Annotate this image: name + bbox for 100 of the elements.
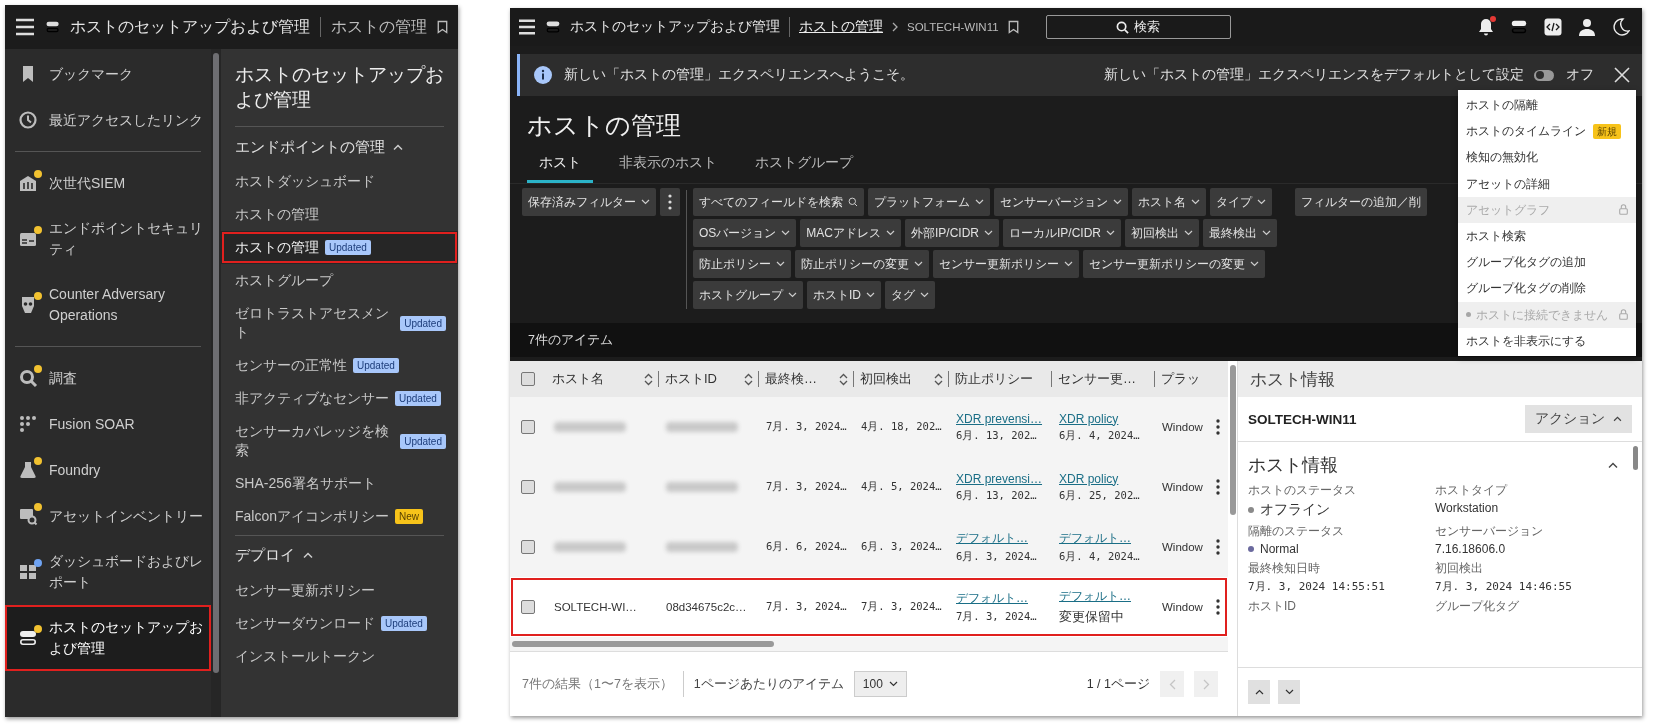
filter-dropdown[interactable]: ホストID <box>807 281 881 309</box>
column-header[interactable]: ホストID <box>658 371 758 387</box>
sidebar-item[interactable]: 最近アクセスしたリンク <box>5 97 211 143</box>
filter-dropdown[interactable]: ホスト名 <box>1132 188 1206 216</box>
menu-item[interactable]: センサー更新ポリシー <box>221 573 458 607</box>
menu-button[interactable] <box>518 19 536 35</box>
scrollbar-thumb[interactable] <box>213 53 219 673</box>
menu-item[interactable]: SHA-256署名サポート <box>221 466 458 500</box>
row-checkbox[interactable] <box>521 600 535 614</box>
column-header[interactable]: 初回検出 <box>853 371 948 387</box>
sidebar-item[interactable]: Fusion SOAR <box>5 401 211 447</box>
row-checkbox[interactable] <box>521 420 535 434</box>
filter-dropdown[interactable]: MACアドレス <box>800 219 901 247</box>
more-button[interactable] <box>1216 539 1220 555</box>
row-checkbox[interactable] <box>521 480 535 494</box>
table-row[interactable]: SOLTECH-WI… 08d34675c2c… 7月. 3, 2024… 7月. 3, 2024… デフォルト… 7月. 3, 2024… デフォルト… 変更保留中 Window <box>510 577 1228 637</box>
menu-item[interactable]: ホストの管理 Updated <box>221 231 458 265</box>
column-header[interactable]: ホスト名 <box>546 371 658 387</box>
sidebar-item[interactable]: Foundry <box>5 447 211 493</box>
column-header[interactable]: 最終検… <box>758 371 853 387</box>
menu-item[interactable]: センサーダウンロード Updated <box>221 606 458 640</box>
sidebar-item[interactable]: エンドポイントセキュリティ <box>5 206 211 272</box>
filter-dropdown[interactable]: プラットフォーム <box>868 188 990 216</box>
per-page-select[interactable]: 100 <box>853 671 907 697</box>
bookmark-icon[interactable] <box>437 19 448 35</box>
filter-dropdown[interactable]: 初回検出 <box>1125 219 1200 247</box>
menu-item[interactable]: グループ化タグの削除 <box>1458 275 1636 302</box>
actions-button[interactable]: アクション <box>1525 405 1632 433</box>
menu-item[interactable]: 非アクティブなセンサー Updated <box>221 382 458 416</box>
menu-item[interactable]: ホストダッシュボード <box>221 165 458 199</box>
user-icon[interactable] <box>1578 18 1596 36</box>
menu-item[interactable]: センサーの正常性 Updated <box>221 349 458 383</box>
toggles-icon[interactable] <box>1510 18 1528 36</box>
scrollbar-thumb[interactable] <box>512 641 774 647</box>
more-button[interactable] <box>1216 479 1220 495</box>
code-icon[interactable] <box>1544 18 1562 36</box>
filter-dropdown[interactable]: タグ <box>885 281 935 309</box>
menu-item[interactable]: ホスト検索 <box>1458 222 1636 250</box>
tab[interactable]: 非表示のホスト <box>607 150 729 183</box>
filter-dropdown[interactable]: OSバージョン <box>693 219 797 247</box>
select-all-checkbox[interactable] <box>521 372 535 386</box>
menu-button[interactable] <box>15 18 35 36</box>
filter-dropdown[interactable]: 最終検出 <box>1203 219 1278 247</box>
policy-link[interactable]: XDR prevensi… <box>956 411 1043 426</box>
filter-dropdown[interactable]: タイプ <box>1210 188 1272 216</box>
menu-item[interactable]: Falconアイコンポリシー New <box>221 499 458 533</box>
scrollbar-thumb[interactable] <box>1230 365 1236 515</box>
search-button[interactable]: 検索 <box>1045 15 1231 39</box>
menu-item[interactable]: ゼロトラストアセスメント Updated <box>221 297 458 350</box>
filter-dropdown[interactable]: ローカルIP/CIDR <box>1003 219 1122 247</box>
filter-dropdown[interactable]: 防止ポリシーの変更 <box>795 250 929 278</box>
menu-item[interactable]: ホストの管理 <box>221 198 458 232</box>
tab[interactable]: ホスト <box>527 150 593 183</box>
tab[interactable]: ホストグループ <box>743 150 865 183</box>
filter-dropdown[interactable]: センサー更新ポリシー <box>933 250 1079 278</box>
chevron-icon[interactable] <box>1608 461 1618 469</box>
policy-link[interactable]: デフォルト… <box>1059 588 1146 605</box>
column-header[interactable]: センサー更… <box>1051 371 1154 387</box>
menu-item[interactable]: インストールトークン <box>221 639 458 673</box>
breadcrumb-link[interactable]: ホストの管理 <box>799 18 883 36</box>
sidebar-item[interactable]: ホストのセットアップおよび管理 <box>5 605 211 671</box>
section-header[interactable]: デプロイ <box>235 537 458 574</box>
policy-link[interactable]: XDR policy <box>1059 411 1146 426</box>
policy-link[interactable]: XDR prevensi… <box>956 471 1043 486</box>
menu-item[interactable]: ホストグループ <box>221 264 458 298</box>
sidebar-item[interactable]: ブックマーク <box>5 51 211 97</box>
filter-dropdown[interactable]: 防止ポリシー <box>693 250 791 278</box>
bookmark-icon[interactable] <box>1007 20 1019 34</box>
column-header[interactable]: 防止ポリシー <box>948 371 1051 387</box>
section-header[interactable]: エンドポイントの管理 <box>235 129 458 166</box>
menu-item[interactable]: センサーカバレッジを検索 Updated <box>221 415 458 467</box>
filter-dropdown[interactable]: 外部IP/CIDR <box>905 219 1000 247</box>
scrollbar-thumb[interactable] <box>1633 446 1638 470</box>
policy-link[interactable]: XDR policy <box>1059 471 1146 486</box>
row-checkbox[interactable] <box>521 540 535 554</box>
search-field[interactable]: すべてのフィールドを検索 <box>693 188 864 216</box>
moon-icon[interactable] <box>1612 18 1630 36</box>
add-filter-button[interactable]: フィルターの追加／削 <box>1295 188 1428 216</box>
policy-link[interactable]: デフォルト… <box>1059 530 1146 547</box>
filter-dropdown[interactable]: ホストグループ <box>693 281 803 309</box>
menu-item[interactable]: ホストの隔離 <box>1458 92 1636 119</box>
menu-item[interactable]: 検知の無効化 <box>1458 144 1636 171</box>
sidebar-item[interactable]: ダッシュボードおよびレポート <box>5 539 211 605</box>
sidebar-item[interactable]: 調査 <box>5 355 211 401</box>
saved-filter-dropdown[interactable]: 保存済みフィルター <box>522 188 656 216</box>
toggle-switch[interactable] <box>1534 69 1554 81</box>
more-button[interactable] <box>660 188 680 216</box>
more-button[interactable] <box>1216 599 1220 615</box>
menu-item[interactable]: アセットの詳細 <box>1458 170 1636 197</box>
bell-icon[interactable] <box>1478 18 1494 36</box>
menu-item[interactable]: ホストを非表示にする <box>1458 327 1636 354</box>
policy-link[interactable]: デフォルト… <box>956 590 1043 607</box>
filter-dropdown[interactable]: センサー更新ポリシーの変更 <box>1083 250 1265 278</box>
close-button[interactable] <box>1614 67 1630 83</box>
filter-dropdown[interactable]: センサーバージョン <box>994 188 1128 216</box>
menu-item[interactable]: グループ化タグの追加 <box>1458 249 1636 276</box>
sidebar-item[interactable]: アセットインベントリー <box>5 493 211 539</box>
policy-link[interactable]: デフォルト… <box>956 530 1043 547</box>
column-header[interactable]: プラッ <box>1154 371 1208 387</box>
sidebar-item[interactable]: 次世代SIEM <box>5 160 211 206</box>
